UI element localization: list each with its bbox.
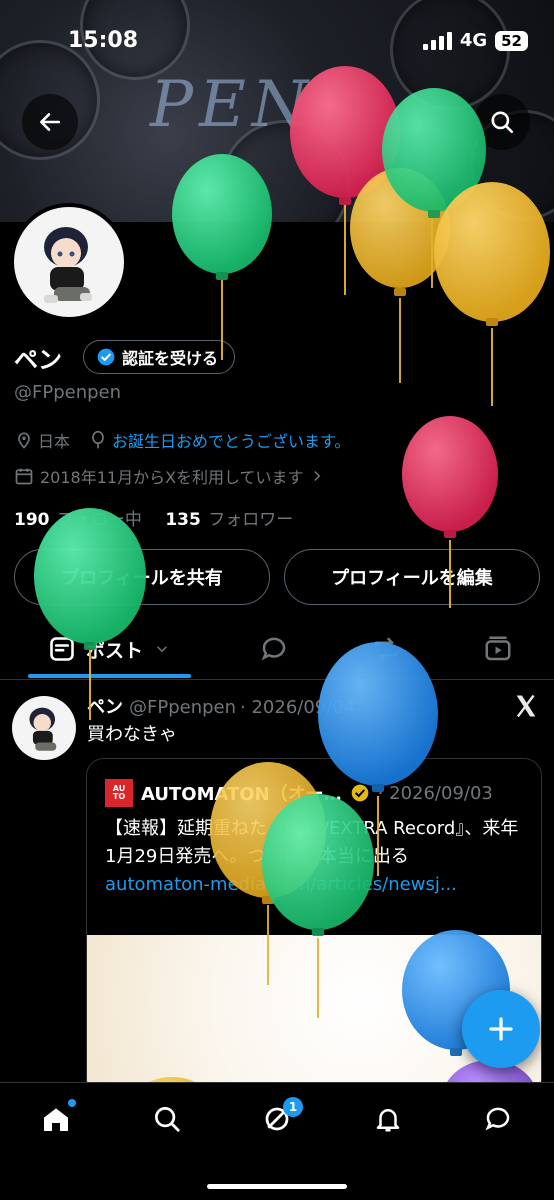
home-icon	[44, 1108, 68, 1131]
profile-meta-joined: 2018年11月からXを利用しています	[14, 464, 326, 488]
x-logo-icon[interactable]	[512, 692, 540, 724]
status-time: 15:08	[68, 28, 139, 53]
post-author-handle: @FPpenpen	[129, 697, 237, 718]
status-indicators: 4G 52	[422, 30, 528, 51]
balloon-icon	[92, 430, 104, 449]
post-header: ペン @FPpenpen · 2026/09/04	[87, 693, 355, 719]
banner-title: PEN	[150, 68, 314, 142]
search-icon	[155, 1107, 180, 1132]
balloon-green	[34, 508, 146, 720]
network-type: 4G	[459, 30, 488, 51]
bottom-navigation: 1	[0, 1082, 554, 1200]
quoted-post-header: AU TO AUTOMATON（オー… · 2026/09/03	[105, 779, 493, 807]
chevron-down-icon[interactable]	[153, 640, 171, 658]
edit-profile-button[interactable]: プロフィールを編集	[284, 549, 540, 605]
avatar-illustration	[29, 707, 57, 751]
home-notification-dot	[68, 1099, 76, 1107]
profile-handle: @FPpenpen	[14, 382, 122, 403]
nav-badge: 1	[283, 1097, 303, 1117]
media-icon	[485, 636, 511, 661]
tab-posts-label: ポスト	[85, 639, 143, 662]
automaton-logo: AU TO	[105, 779, 133, 807]
compose-post-button[interactable]	[462, 990, 540, 1068]
quoted-source-name: AUTOMATON（オー…	[141, 784, 342, 805]
quoted-post-link[interactable]: automaton-media.com/articles/newsj...	[105, 874, 457, 895]
home-indicator	[207, 1184, 347, 1189]
nav-grok[interactable]: 1	[247, 1097, 307, 1141]
nav-notifications[interactable]	[358, 1097, 418, 1141]
nav-messages[interactable]	[468, 1097, 528, 1141]
location-text: 日本	[38, 432, 71, 451]
location-pin-icon	[18, 432, 30, 449]
active-tab-indicator	[28, 674, 191, 678]
post-avatar[interactable]	[12, 696, 76, 760]
quoted-post-body: 【速報】延期重ねた『Fate/EXTRA Record』、来年1月29日発売へ。…	[105, 815, 525, 899]
nav-search[interactable]	[137, 1097, 197, 1141]
followers-label: フォロワー	[208, 510, 294, 530]
joined-text: 2018年11月からXを利用しています	[40, 468, 304, 487]
search-icon	[491, 111, 514, 134]
following-label: フォロー中	[56, 510, 142, 530]
tab-reposts[interactable]	[356, 620, 416, 678]
repost-icon	[374, 637, 398, 661]
back-button[interactable]	[22, 94, 78, 150]
follow-stats: 190 フォロー中 135 フォロワー	[14, 505, 293, 530]
verified-gold-badge-icon	[351, 784, 369, 802]
message-icon	[485, 1107, 510, 1131]
following-link[interactable]: 190 フォロー中	[14, 510, 142, 530]
signal-icon	[422, 31, 452, 50]
chevron-right-icon[interactable]	[308, 467, 326, 485]
followers-count: 135	[165, 510, 201, 530]
bell-icon	[376, 1109, 400, 1132]
followers-link[interactable]: 135 フォロワー	[165, 510, 293, 530]
post-author-name[interactable]: ペン	[87, 697, 123, 718]
plus-icon	[489, 1017, 513, 1041]
arrow-left-icon	[40, 113, 60, 131]
quoted-post-text: 【速報】延期重ねた『Fate/EXTRA Record』、来年1月29日発売へ。…	[105, 818, 519, 867]
calendar-icon	[15, 468, 33, 485]
tab-media[interactable]	[468, 620, 528, 678]
battery-level: 52	[495, 30, 528, 51]
get-verified-button[interactable]: 認証を受ける	[83, 340, 236, 374]
nav-home[interactable]	[26, 1097, 86, 1141]
birthday-text[interactable]: お誕生日おめでとうございます。	[112, 428, 350, 452]
avatar-illustration	[44, 227, 92, 303]
following-count: 190	[14, 510, 50, 530]
profile-meta-location: 日本 お誕生日おめでとうございます。	[14, 428, 350, 452]
reply-icon	[261, 637, 286, 661]
profile-tabs: ポスト	[0, 620, 554, 680]
verified-badge-icon	[97, 348, 115, 366]
search-button[interactable]	[474, 94, 530, 150]
profile-avatar[interactable]	[10, 203, 128, 321]
x-icon	[516, 694, 536, 718]
post-date: · 2026/09/04	[240, 697, 356, 718]
posts-icon	[50, 637, 74, 661]
share-profile-button[interactable]: プロフィールを共有	[14, 549, 270, 605]
display-name: ペン	[14, 346, 62, 374]
get-verified-label: 認証を受ける	[122, 349, 219, 368]
post-text: 買わなきゃ	[87, 724, 177, 745]
quoted-post-date: · 2026/09/03	[377, 782, 493, 804]
tab-posts[interactable]: ポスト	[28, 620, 191, 678]
tab-replies[interactable]	[244, 620, 304, 678]
